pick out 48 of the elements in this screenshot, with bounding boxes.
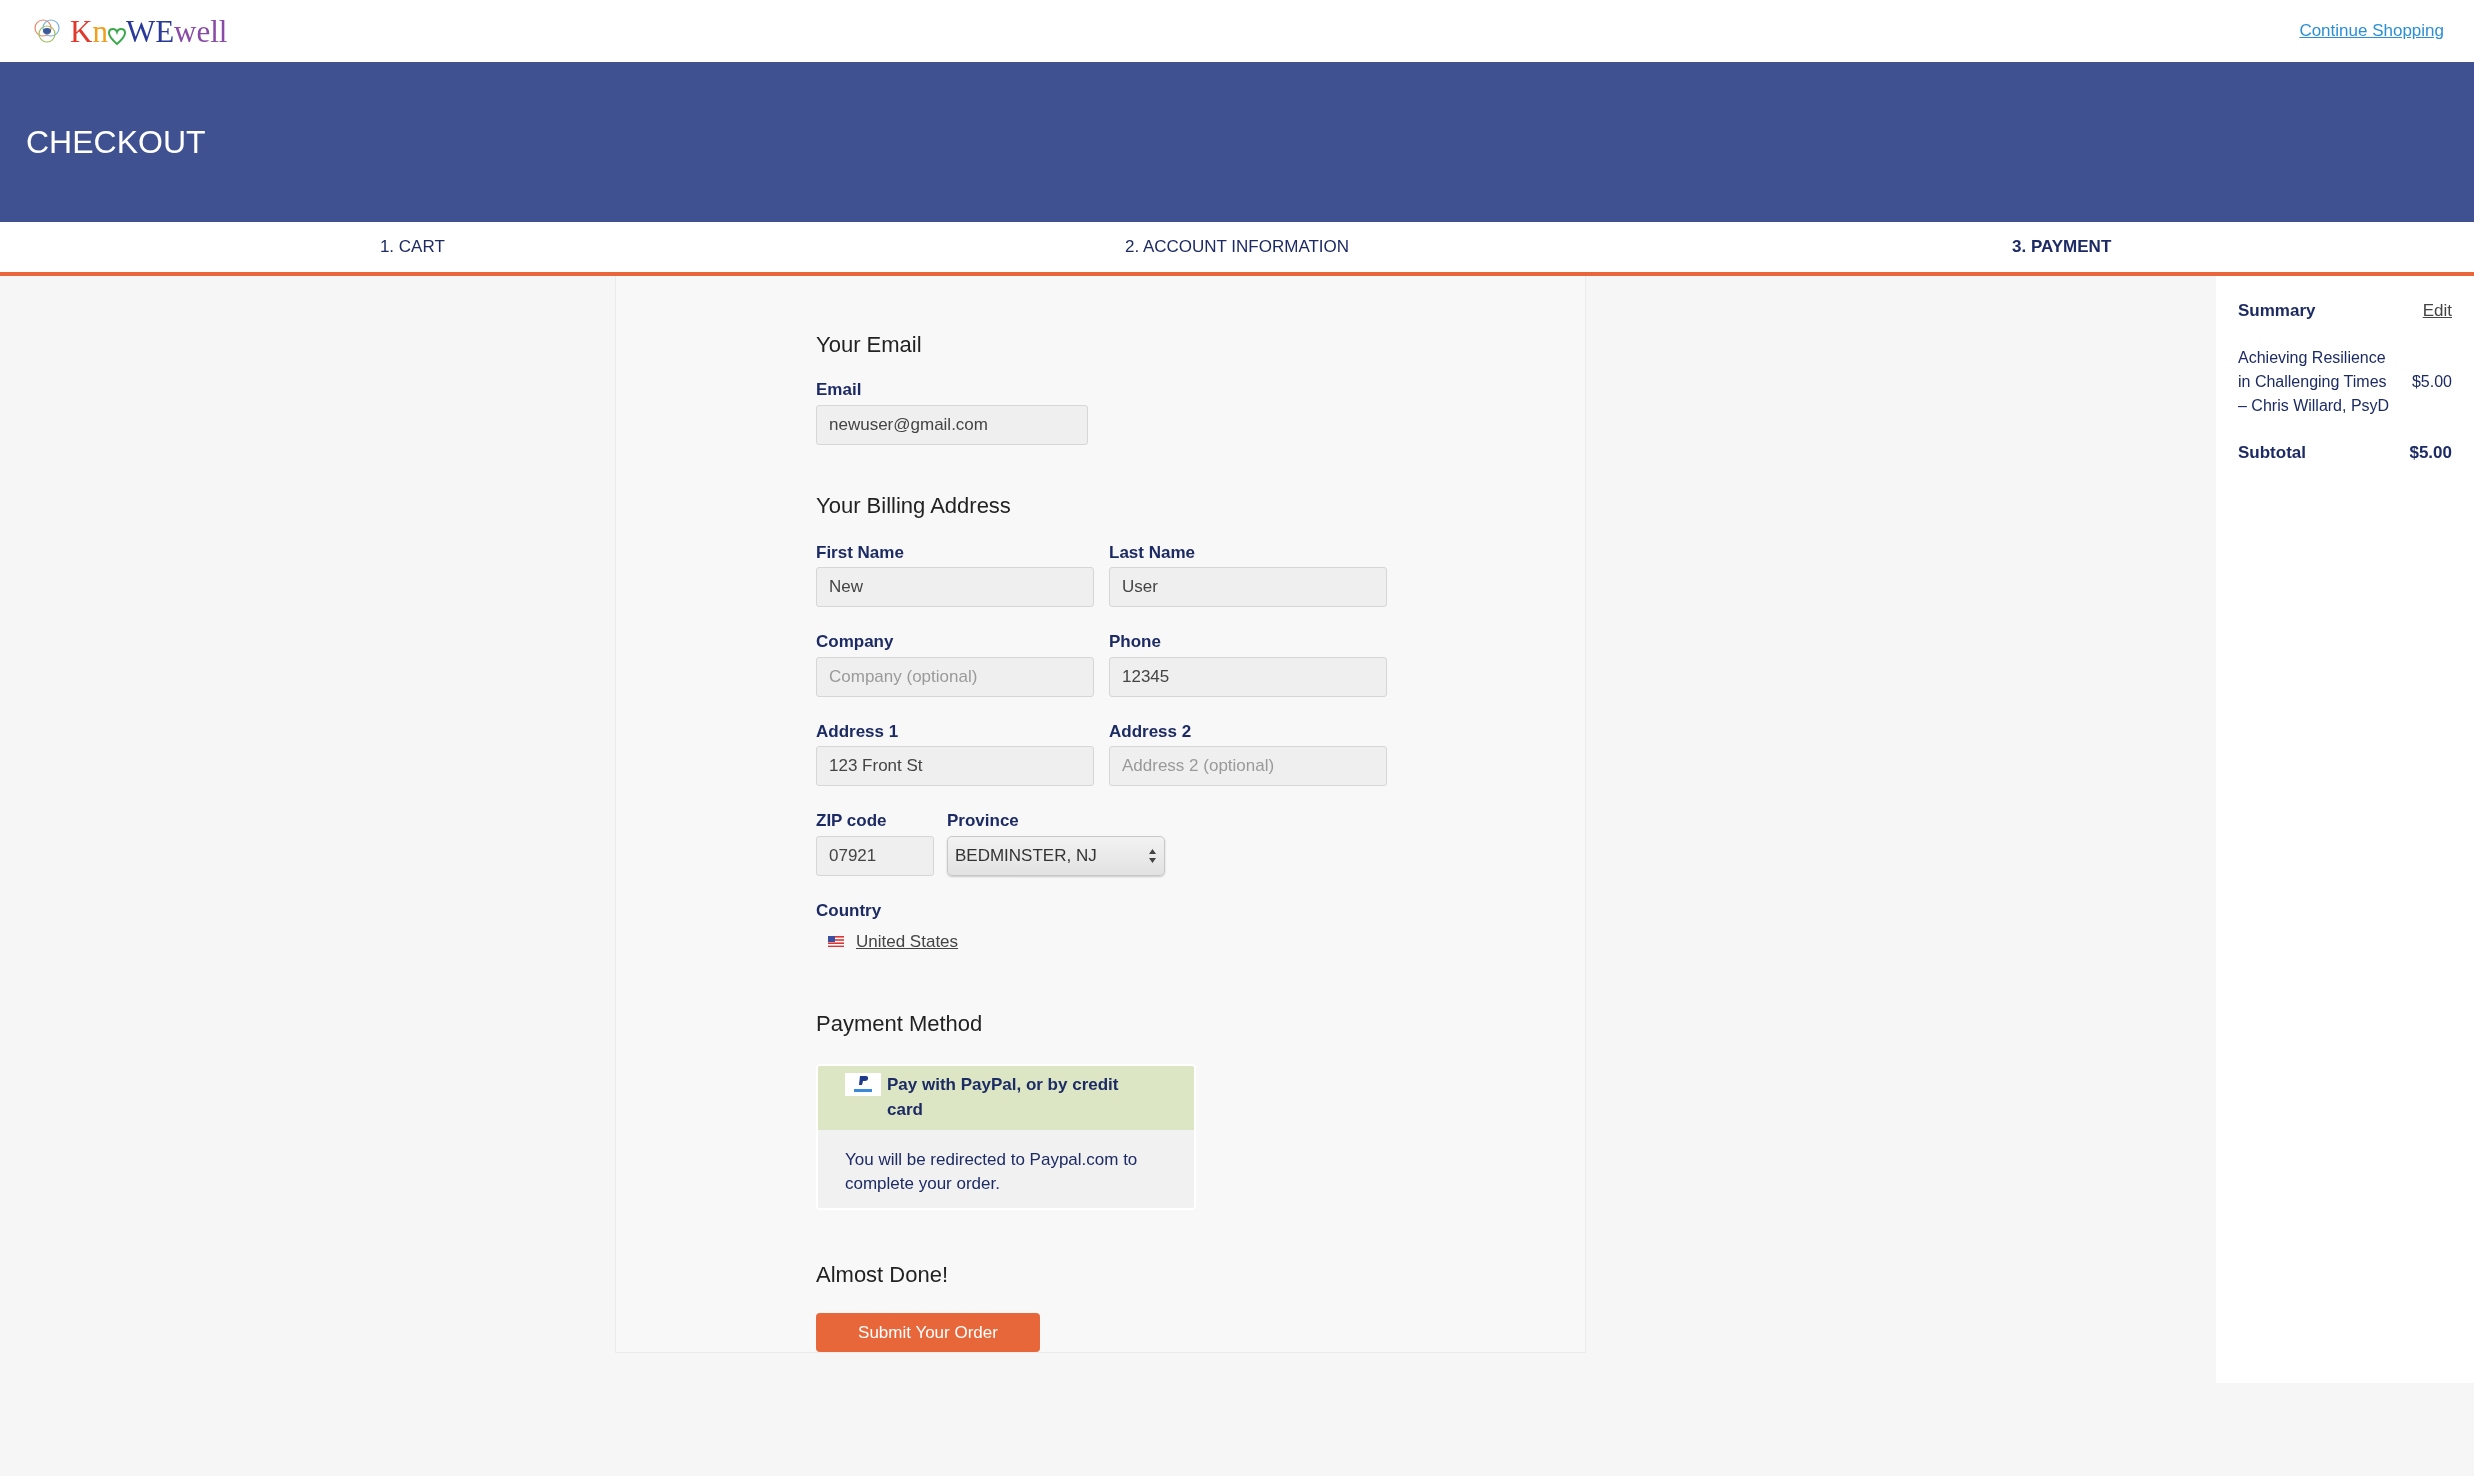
payment-note: You will be redirected to Paypal.com to complete your order. xyxy=(845,1148,1139,1195)
logo-text: WE xyxy=(125,15,175,47)
field-label: Last Name xyxy=(1109,541,1196,564)
input-field[interactable]: Address 2 (optional) xyxy=(1109,746,1387,786)
input-field[interactable]: 12345 xyxy=(1109,656,1387,697)
subtotal-value: $5.00 xyxy=(2409,441,2452,464)
field-label: Phone xyxy=(1109,631,1162,653)
heart-icon xyxy=(107,27,126,45)
input-field[interactable]: 07921 xyxy=(816,835,934,876)
edit-link[interactable]: Edit xyxy=(2422,298,2452,324)
field-label: Province xyxy=(947,810,1020,832)
summary-title: Summary xyxy=(2238,300,2316,322)
paypal-icon xyxy=(845,1072,881,1096)
select-arrows-icon xyxy=(1148,847,1157,864)
logo-text: K xyxy=(70,15,93,47)
input-field[interactable]: New xyxy=(816,567,1094,607)
item-price: $5.00 xyxy=(2411,371,2452,392)
section-heading: Payment Method xyxy=(816,1009,984,1038)
section-heading: Almost Done! xyxy=(816,1261,950,1290)
checkout-step[interactable]: 2. ACCOUNT INFORMATION xyxy=(1124,234,1350,260)
logo-text: well xyxy=(174,15,228,47)
field-label: Company xyxy=(816,631,895,653)
email-field[interactable]: newuser@gmail.com xyxy=(816,404,1088,445)
field-label: Email xyxy=(816,379,863,401)
field-label: Country xyxy=(816,899,883,922)
field-label: First Name xyxy=(816,541,905,564)
province-select[interactable]: BEDMINSTER, NJ xyxy=(947,835,1165,876)
flag-icon xyxy=(828,936,844,948)
checkout-step[interactable]: 3. PAYMENT xyxy=(2012,234,2112,260)
input-field[interactable]: 123 Front St xyxy=(816,746,1094,786)
page-title: CHECKOUT xyxy=(26,123,206,162)
country-link[interactable]: United States xyxy=(856,929,959,955)
section-heading: Your Billing Address xyxy=(816,491,1012,520)
input-field[interactable]: Company (optional) xyxy=(816,656,1094,697)
item-title: Achieving Resilience in Challenging Times xyxy=(2238,347,2388,392)
logo-text: n xyxy=(92,15,108,47)
payment-option-card[interactable]: Pay with PayPal, or by credit card You will be redirected to Paypal.com to complete your order. xyxy=(816,1063,1196,1211)
input-field[interactable]: User xyxy=(1109,567,1387,607)
payment-option-label: Pay with PayPal, or by credit card xyxy=(887,1073,1120,1121)
field-label: Address 1 xyxy=(816,720,900,743)
field-label: ZIP code xyxy=(816,810,888,832)
field-label: Address 2 xyxy=(1109,720,1193,743)
section-heading: Your Email xyxy=(816,331,923,359)
checkout-step[interactable]: 1. CART xyxy=(379,234,445,260)
logo[interactable]: Kn WEwell xyxy=(30,15,228,47)
subtotal-label: Subtotal xyxy=(2238,441,2306,464)
continue-shopping-link[interactable]: Continue Shopping xyxy=(2299,18,2444,44)
item-author: – Chris Willard, PsyD xyxy=(2238,395,2391,416)
